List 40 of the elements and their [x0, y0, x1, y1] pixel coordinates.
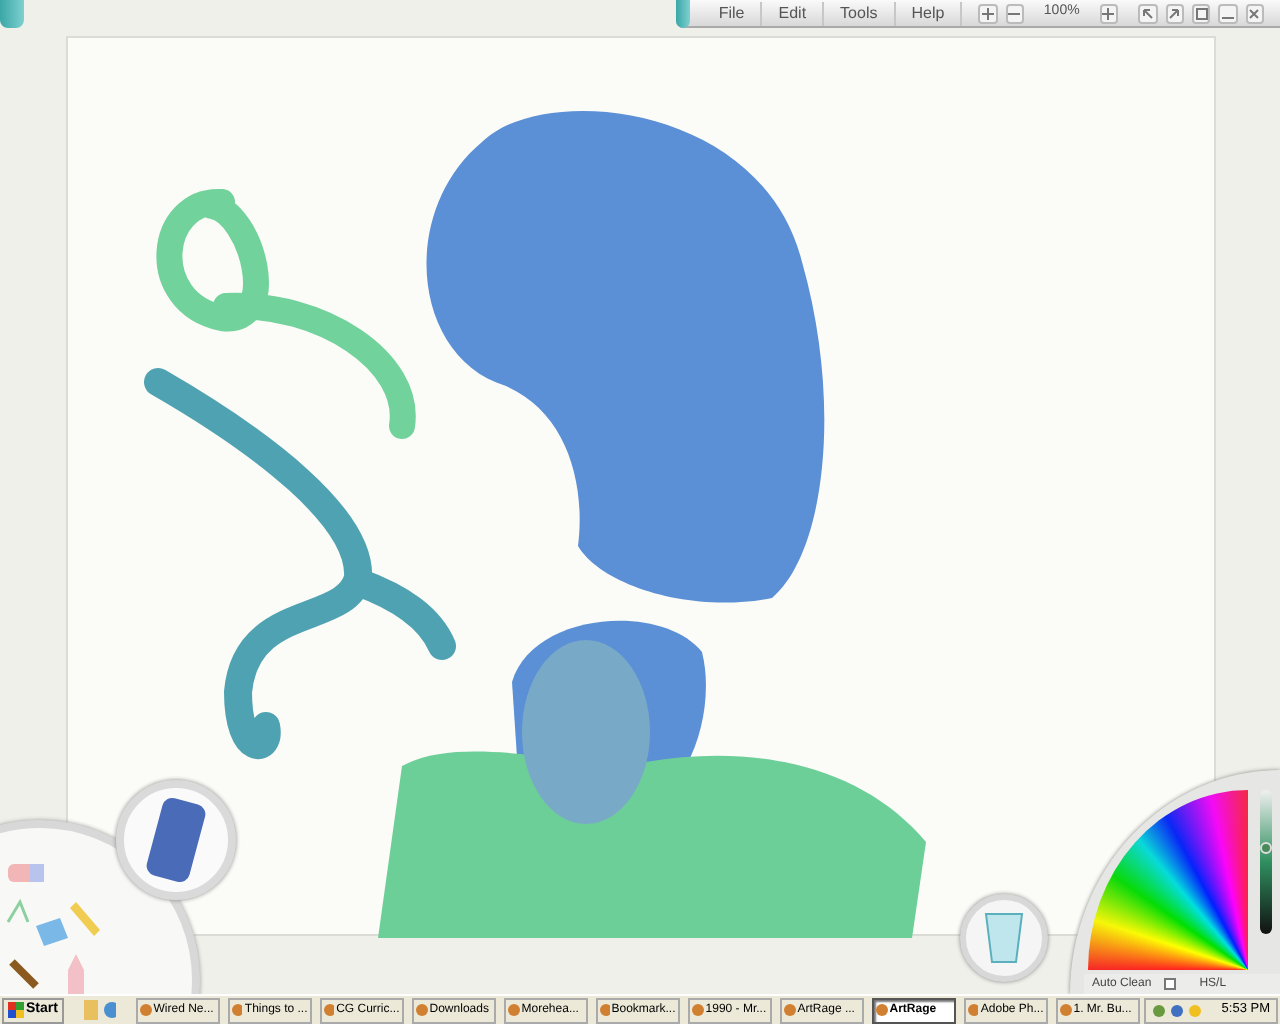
app-icon	[415, 1004, 428, 1016]
painting-canvas[interactable]	[66, 36, 1216, 936]
windows-logo-icon	[8, 1002, 24, 1018]
redo-button[interactable]	[1165, 3, 1184, 23]
app-icon	[231, 1004, 243, 1016]
luminance-slider[interactable]	[1260, 790, 1272, 934]
close-icon	[1248, 7, 1261, 19]
menu-item[interactable]: Tools	[824, 1, 896, 25]
app-icon	[783, 1004, 796, 1016]
document-button[interactable]	[1191, 3, 1211, 23]
plus-icon	[1102, 7, 1115, 19]
zoom-in-button[interactable]	[978, 3, 998, 23]
arrow-icon	[1141, 7, 1154, 19]
paint-roller-icon	[146, 796, 206, 884]
cup-icon	[984, 912, 1024, 964]
minus-icon	[1008, 7, 1021, 19]
app-icon	[507, 1004, 520, 1016]
minimize-button[interactable]	[1218, 3, 1238, 23]
close-button[interactable]	[1245, 3, 1264, 23]
panel-tab[interactable]	[0, 0, 24, 28]
panel-tab[interactable]	[676, 0, 691, 27]
zoom-in-button[interactable]	[1099, 3, 1119, 23]
app-icon	[599, 1004, 610, 1016]
menu-item[interactable]: Help	[895, 1, 963, 25]
menu-item[interactable]: Edit	[762, 1, 825, 25]
arrow-icon	[1168, 7, 1181, 19]
app-icon	[139, 1004, 152, 1016]
app-icon	[1059, 1004, 1072, 1016]
water-cup-button[interactable]	[960, 894, 1048, 982]
plus-icon	[981, 7, 994, 19]
undo-button[interactable]	[1138, 3, 1158, 23]
menu-item[interactable]: File	[702, 1, 763, 25]
auto-clean-checkbox[interactable]	[1163, 978, 1176, 990]
app-icon	[967, 1004, 979, 1016]
document-icon	[1195, 7, 1208, 19]
slider-thumb[interactable]	[1260, 842, 1272, 855]
app-icon	[875, 1004, 888, 1016]
app-icon	[691, 1004, 704, 1016]
app-icon	[323, 1004, 335, 1016]
zoom-out-button[interactable]	[1005, 3, 1024, 23]
